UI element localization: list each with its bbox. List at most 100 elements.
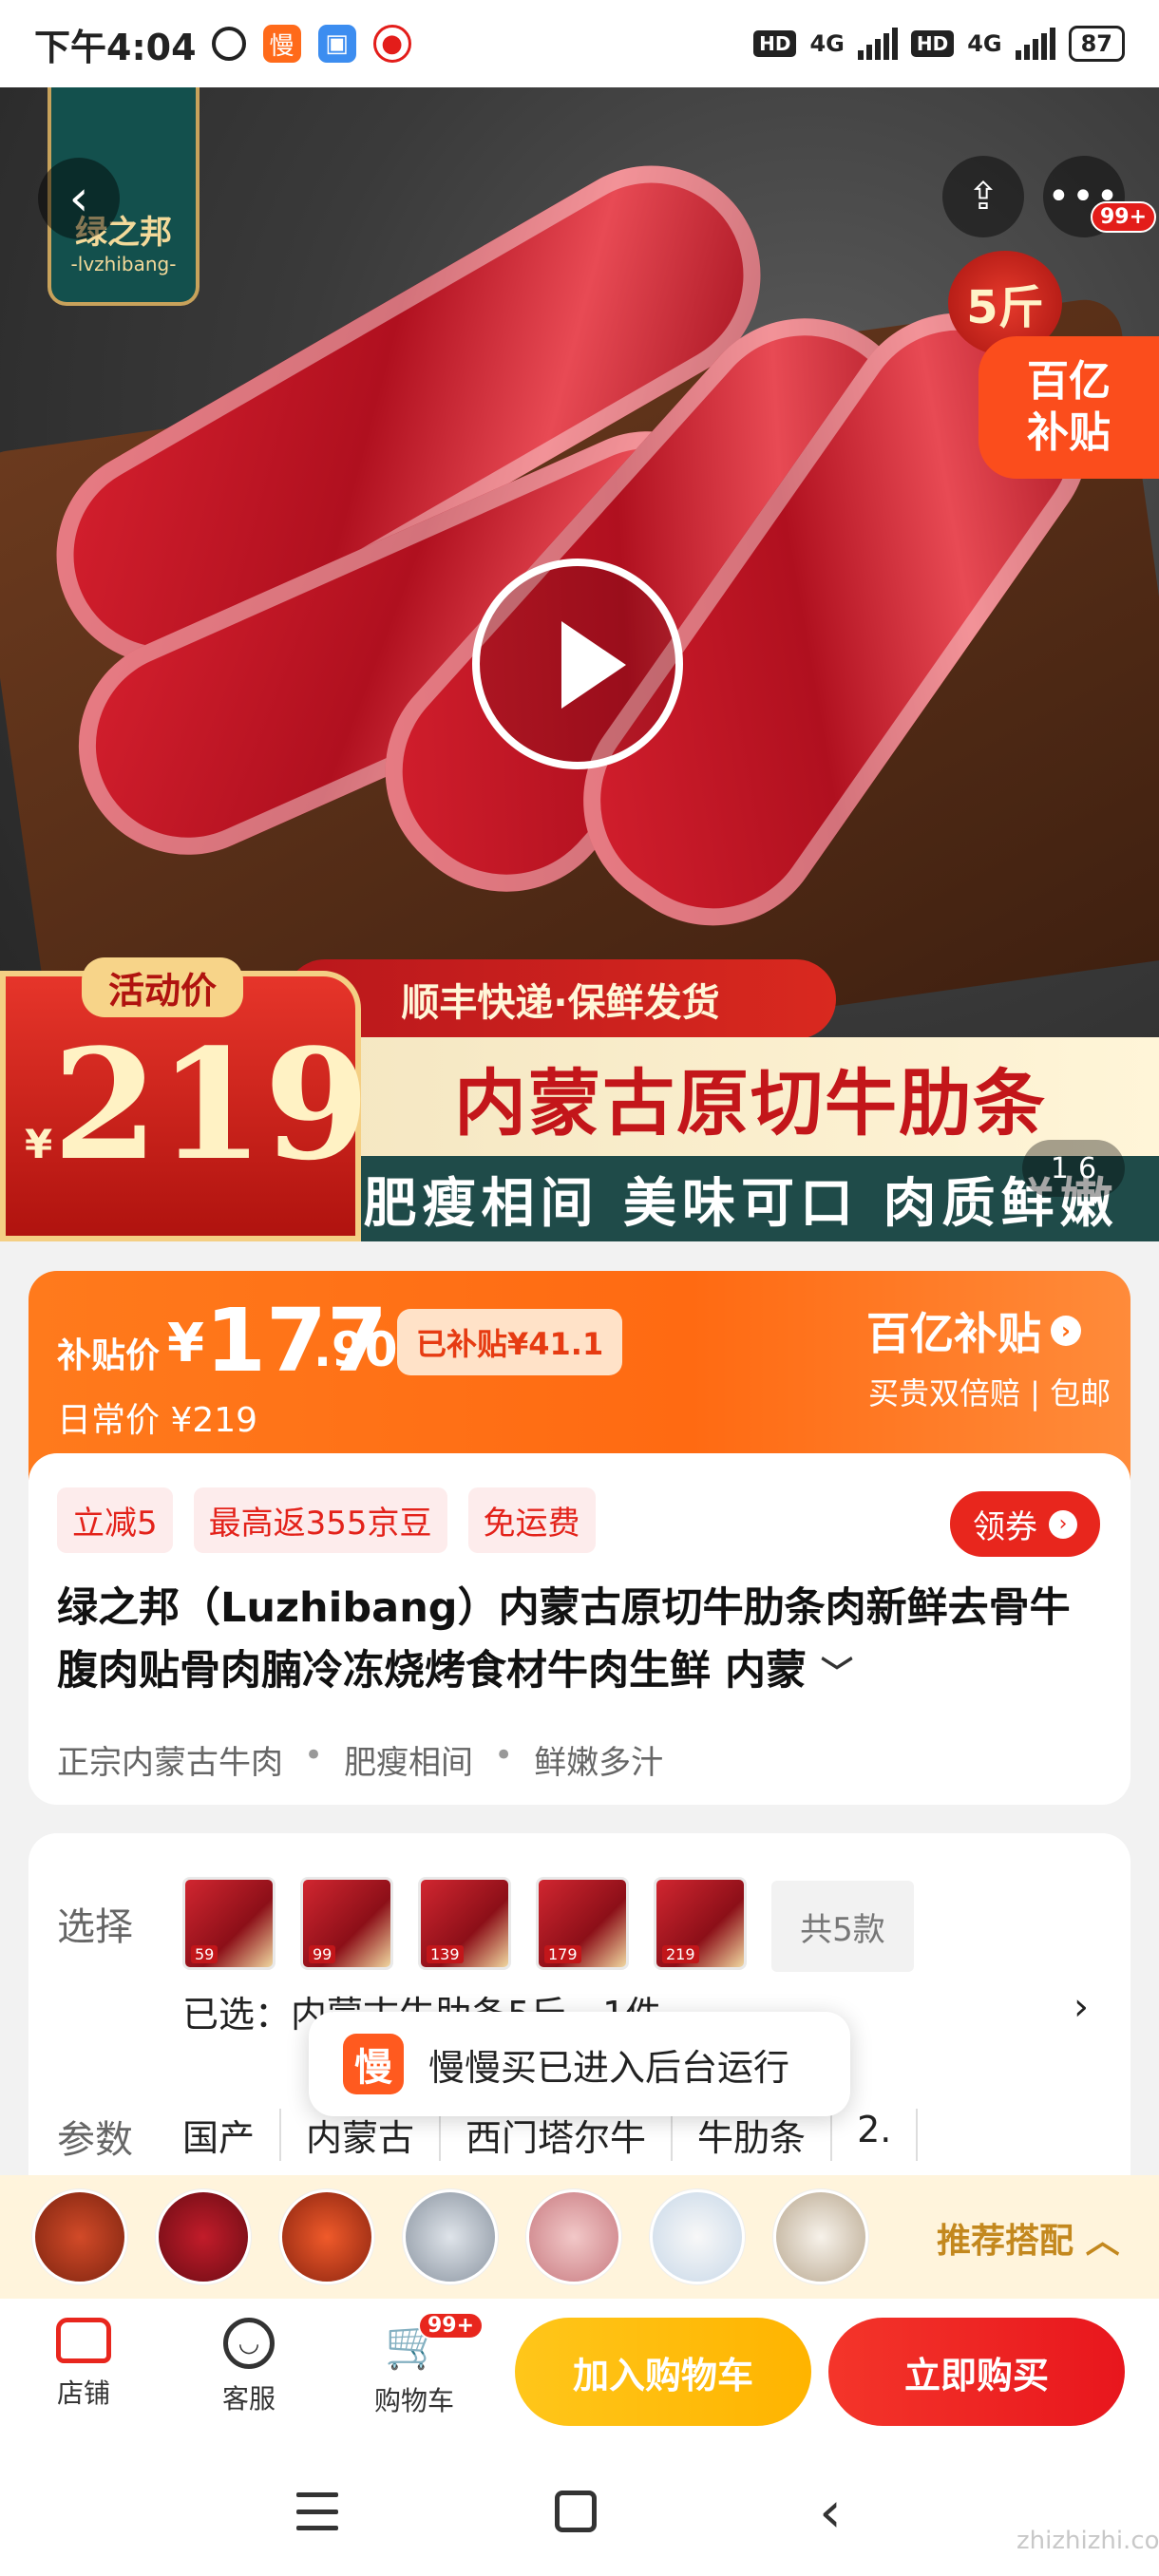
variant-price: 59 <box>191 1945 218 1963</box>
variant-price: 219 <box>662 1945 699 1963</box>
page: 下午4:04 慢 ▣ ● HD 4G HD 4G 87 绿之邦 -lvzhiba… <box>0 0 1159 2576</box>
subsidized-amount-chip: 已补贴¥41.1 <box>397 1309 623 1375</box>
cart-button[interactable]: 🛒 99+ 购物车 <box>348 2312 484 2418</box>
hd-icon: HD <box>753 30 797 57</box>
variant-thumb[interactable]: 59 <box>182 1877 276 1970</box>
buy-now-button[interactable]: 立即购买 <box>828 2318 1125 2426</box>
back-arrow-icon: ‹ <box>68 170 89 227</box>
manmanmai-app-icon: 慢 <box>343 2034 404 2094</box>
page-current: 1 <box>1050 1151 1069 1185</box>
reco-meat-image[interactable] <box>526 2189 621 2284</box>
store-label: 店铺 <box>56 2377 110 2409</box>
manmanmai-app-icon: 慢 <box>262 25 301 63</box>
subsidy-brand-link[interactable]: 百亿补贴 › <box>866 1299 1081 1362</box>
product-title[interactable]: 绿之邦（Luzhibang）内蒙古原切牛肋条肉新鲜去骨牛腹肉贴骨肉腩冷冻烧烤食材… <box>57 1577 1102 1705</box>
store-icon <box>56 2318 111 2363</box>
promo-chip[interactable]: 立减5 <box>57 1487 173 1553</box>
get-coupon-button[interactable]: 领券 › <box>950 1491 1100 1557</box>
variant-price: 179 <box>544 1945 581 1963</box>
play-video-button[interactable] <box>472 559 683 769</box>
param-item: 2. <box>832 2109 919 2161</box>
reco-steak-image[interactable] <box>156 2189 251 2284</box>
network-label: 4G <box>809 30 845 57</box>
subsidy-corner-badge: 百亿 补贴 <box>978 336 1159 479</box>
location-app-icon: ● <box>372 25 411 63</box>
reco-fish-image[interactable] <box>403 2189 498 2284</box>
product-image-carousel[interactable]: 绿之邦 -lvzhibang- ‹ ⇪ ••• 99+ 5斤 百亿 补贴 顺丰快… <box>0 87 1159 1241</box>
param-item: 内蒙古 <box>281 2109 442 2161</box>
activity-price-value: 219 <box>52 1015 370 1194</box>
subsidy-line-1: 百亿 <box>1027 357 1111 406</box>
coupon-label: 领券 <box>973 1508 1037 1546</box>
back-button[interactable]: ‹ <box>38 158 120 239</box>
customer-service-button[interactable]: ◡ 客服 <box>182 2318 315 2416</box>
product-params[interactable]: 国产 内蒙古 西门塔尔牛 牛肋条 2. <box>182 2109 919 2161</box>
variant-price: 99 <box>309 1945 336 1963</box>
watermark: zhizhizhi.com <box>1016 2527 1159 2555</box>
add-to-cart-button[interactable]: 加入购物车 <box>515 2318 811 2426</box>
home-icon[interactable] <box>555 2491 597 2532</box>
image-page-indicator: 1 6 <box>1022 1140 1125 1197</box>
promo-chip[interactable]: 最高返355京豆 <box>193 1487 447 1553</box>
total-variants[interactable]: 共5款 <box>771 1881 914 1972</box>
subsidy-price-card[interactable]: 补贴价 ¥ 177 .90 已补贴¥41.1 日常价 ¥219 百亿补贴 › 买… <box>28 1271 1130 1480</box>
param-item: 国产 <box>182 2109 282 2161</box>
signal-icon <box>857 28 898 60</box>
recommended-bundle-strip[interactable]: 推荐搭配 ︿ <box>0 2175 1159 2299</box>
cart-count-badge: 99+ <box>418 2312 484 2339</box>
store-button[interactable]: 店铺 <box>17 2318 150 2411</box>
promo-chip[interactable]: 免运费 <box>467 1487 596 1553</box>
variant-thumb[interactable]: 219 <box>654 1877 747 1970</box>
back-icon[interactable]: ‹ <box>819 2479 842 2546</box>
chevron-right-icon: › <box>1051 1316 1081 1346</box>
promo-chips: 立减5 最高返355京豆 免运费 <box>57 1487 596 1553</box>
signal-icon <box>1015 28 1055 60</box>
reco-label-text: 推荐搭配 <box>937 2222 1074 2261</box>
notification-badge: 99+ <box>1091 201 1157 233</box>
recommended-bundle-toggle[interactable]: 推荐搭配 ︿ <box>937 2213 1120 2263</box>
feature-item: 肥瘦相间 <box>344 1744 474 1782</box>
service-label: 客服 <box>221 2383 276 2415</box>
variant-thumb[interactable]: 139 <box>418 1877 511 1970</box>
reco-shrimp-image[interactable] <box>279 2189 374 2284</box>
share-button[interactable]: ⇪ <box>942 156 1024 237</box>
activity-price-box: 活动价 ¥ 219 <box>0 957 370 1241</box>
param-item: 牛肋条 <box>673 2109 833 2161</box>
hd-icon: HD <box>910 30 955 57</box>
feature-item: 正宗内蒙古牛肉 <box>57 1744 283 1782</box>
currency-symbol: ¥ <box>25 1121 53 1167</box>
activity-price: ¥ 219 <box>25 1024 370 1185</box>
cart-label: 购物车 <box>373 2385 454 2416</box>
reco-crayfish-image[interactable] <box>32 2189 127 2284</box>
battery-icon: 87 <box>1068 26 1125 62</box>
page-total: 6 <box>1078 1151 1097 1185</box>
alarm-icon <box>211 27 246 61</box>
param-label: 参数 <box>57 2118 133 2162</box>
variant-thumb[interactable]: 179 <box>536 1877 629 1970</box>
system-nav-bar: ‹ <box>0 2451 1159 2576</box>
separator-dot: • <box>304 1736 324 1774</box>
variant-thumb[interactable]: 99 <box>300 1877 393 1970</box>
product-banner-title: 内蒙古原切牛肋条 <box>342 1037 1159 1156</box>
variant-thumbnails: 59 99 139 179 219 <box>182 1877 747 1970</box>
select-label: 选择 <box>57 1905 133 1949</box>
bottom-action-bar: 店铺 ◡ 客服 🛒 99+ 购物车 加入购物车 立即购买 <box>0 2299 1159 2451</box>
param-item: 西门塔尔牛 <box>441 2109 674 2161</box>
recent-apps-icon[interactable] <box>296 2492 338 2530</box>
separator-dot: • <box>494 1736 514 1774</box>
status-bar: 下午4:04 慢 ▣ ● HD 4G HD 4G 87 <box>0 0 1159 87</box>
product-options-card: 选择 59 99 139 179 219 共5款 已选：内蒙古牛肋条5斤，1件 … <box>28 1833 1130 2175</box>
subsidy-price-label: 补贴价 <box>57 1336 161 1375</box>
price-decimal: .90 <box>314 1322 398 1377</box>
variant-price: 139 <box>427 1945 464 1963</box>
app-notification-icon: ▣ <box>317 25 356 63</box>
product-info-card: 立减5 最高返355京豆 免运费 领券 › 绿之邦（Luzhibang）内蒙古原… <box>28 1453 1130 1805</box>
activity-price-label: 活动价 <box>82 957 244 1017</box>
expand-chevron-icon[interactable]: ﹀ <box>821 1655 853 1693</box>
status-right: HD 4G HD 4G 87 <box>753 26 1125 62</box>
reco-squid-image[interactable] <box>650 2189 745 2284</box>
subsidy-line-2: 补贴 <box>1027 408 1111 457</box>
reco-chicken-image[interactable] <box>773 2189 868 2284</box>
background-run-toast: 慢 慢慢买已进入后台运行 <box>309 2012 850 2116</box>
chevron-right-icon[interactable]: › <box>1074 1985 1089 2029</box>
